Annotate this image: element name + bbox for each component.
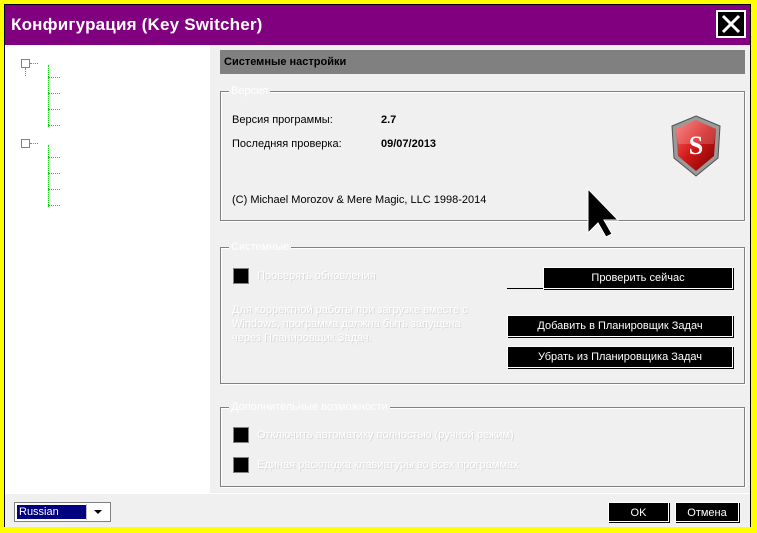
extra-features-group: Дополнительные возможности Отключить авт… bbox=[220, 401, 745, 487]
scheduler-note: Для корректной работы при загрузке вмест… bbox=[232, 304, 468, 344]
version-group: Версия Версия программы: 2.7 Последняя п… bbox=[220, 85, 745, 221]
copyright-text: (C) Michael Morozov & Mere Magic, LLC 19… bbox=[232, 194, 487, 206]
app-logo: S bbox=[668, 114, 724, 178]
disable-auto-label: Отключить автоматику полностью (ручной р… bbox=[257, 429, 514, 441]
chevron-down-icon bbox=[94, 510, 102, 514]
settings-tree[interactable] bbox=[5, 45, 210, 493]
tree-item-1-2[interactable] bbox=[48, 93, 60, 94]
title-bar: Конфигурация (Key Switcher) bbox=[5, 5, 750, 46]
close-button[interactable] bbox=[716, 10, 746, 38]
tree-item-2-2[interactable] bbox=[48, 173, 60, 174]
add-to-scheduler-button[interactable]: Добавить в Планировщик Задач bbox=[507, 315, 733, 337]
tree-line bbox=[30, 63, 38, 64]
system-group: Системные Проверять обновления Проверить… bbox=[220, 241, 745, 384]
logo-letter: S bbox=[688, 131, 704, 160]
language-select-value: Russian bbox=[17, 505, 87, 519]
tree-item-2-4[interactable] bbox=[48, 205, 60, 206]
language-dropdown-button[interactable] bbox=[86, 504, 109, 520]
program-version-label: Версия программы: bbox=[232, 114, 333, 126]
single-layout-checkbox[interactable] bbox=[233, 457, 249, 473]
tree-line bbox=[30, 143, 38, 144]
divider bbox=[507, 288, 545, 289]
settings-panel: Системные настройки Версия Версия програ… bbox=[210, 45, 750, 493]
ok-button[interactable]: OK bbox=[608, 502, 669, 522]
extra-group-legend: Дополнительные возможности bbox=[229, 401, 390, 414]
check-now-button[interactable]: Проверить сейчас bbox=[543, 267, 733, 289]
tree-item-1-4[interactable] bbox=[48, 125, 60, 126]
last-check-label: Последняя проверка: bbox=[232, 138, 342, 150]
tree-item-1-3[interactable] bbox=[48, 109, 60, 110]
tree-node-expander-1[interactable] bbox=[21, 59, 30, 68]
remove-from-scheduler-button[interactable]: Убрать из Планировщика Задач bbox=[507, 346, 733, 368]
section-header: Системные настройки bbox=[220, 50, 745, 74]
footer-bar: Russian OK Отмена bbox=[5, 493, 750, 527]
check-updates-label: Проверять обновления bbox=[257, 270, 376, 282]
program-version-value: 2.7 bbox=[381, 114, 397, 126]
tree-line bbox=[25, 68, 26, 76]
tree-line bbox=[48, 145, 49, 207]
tree-node-expander-2[interactable] bbox=[21, 139, 30, 148]
window-title: Конфигурация (Key Switcher) bbox=[11, 15, 263, 34]
mouse-cursor-icon bbox=[586, 187, 622, 242]
last-check-value: 09/07/2013 bbox=[381, 138, 437, 150]
close-icon bbox=[721, 14, 741, 34]
tree-item-2-1[interactable] bbox=[48, 157, 60, 158]
check-updates-checkbox[interactable] bbox=[233, 268, 249, 284]
tree-item-1-1[interactable] bbox=[48, 77, 60, 78]
single-layout-label: Единая раскладка клавиатуры во всех прог… bbox=[257, 459, 519, 471]
version-group-legend: Версия bbox=[229, 85, 271, 98]
config-window: Конфигурация (Key Switcher) Системные на… bbox=[4, 4, 751, 527]
language-select[interactable]: Russian bbox=[14, 502, 111, 522]
tree-line bbox=[48, 65, 49, 127]
disable-auto-checkbox[interactable] bbox=[233, 427, 249, 443]
cancel-button[interactable]: Отмена bbox=[675, 502, 739, 522]
tree-item-2-3[interactable] bbox=[48, 189, 60, 190]
system-group-legend: Системные bbox=[229, 241, 292, 254]
